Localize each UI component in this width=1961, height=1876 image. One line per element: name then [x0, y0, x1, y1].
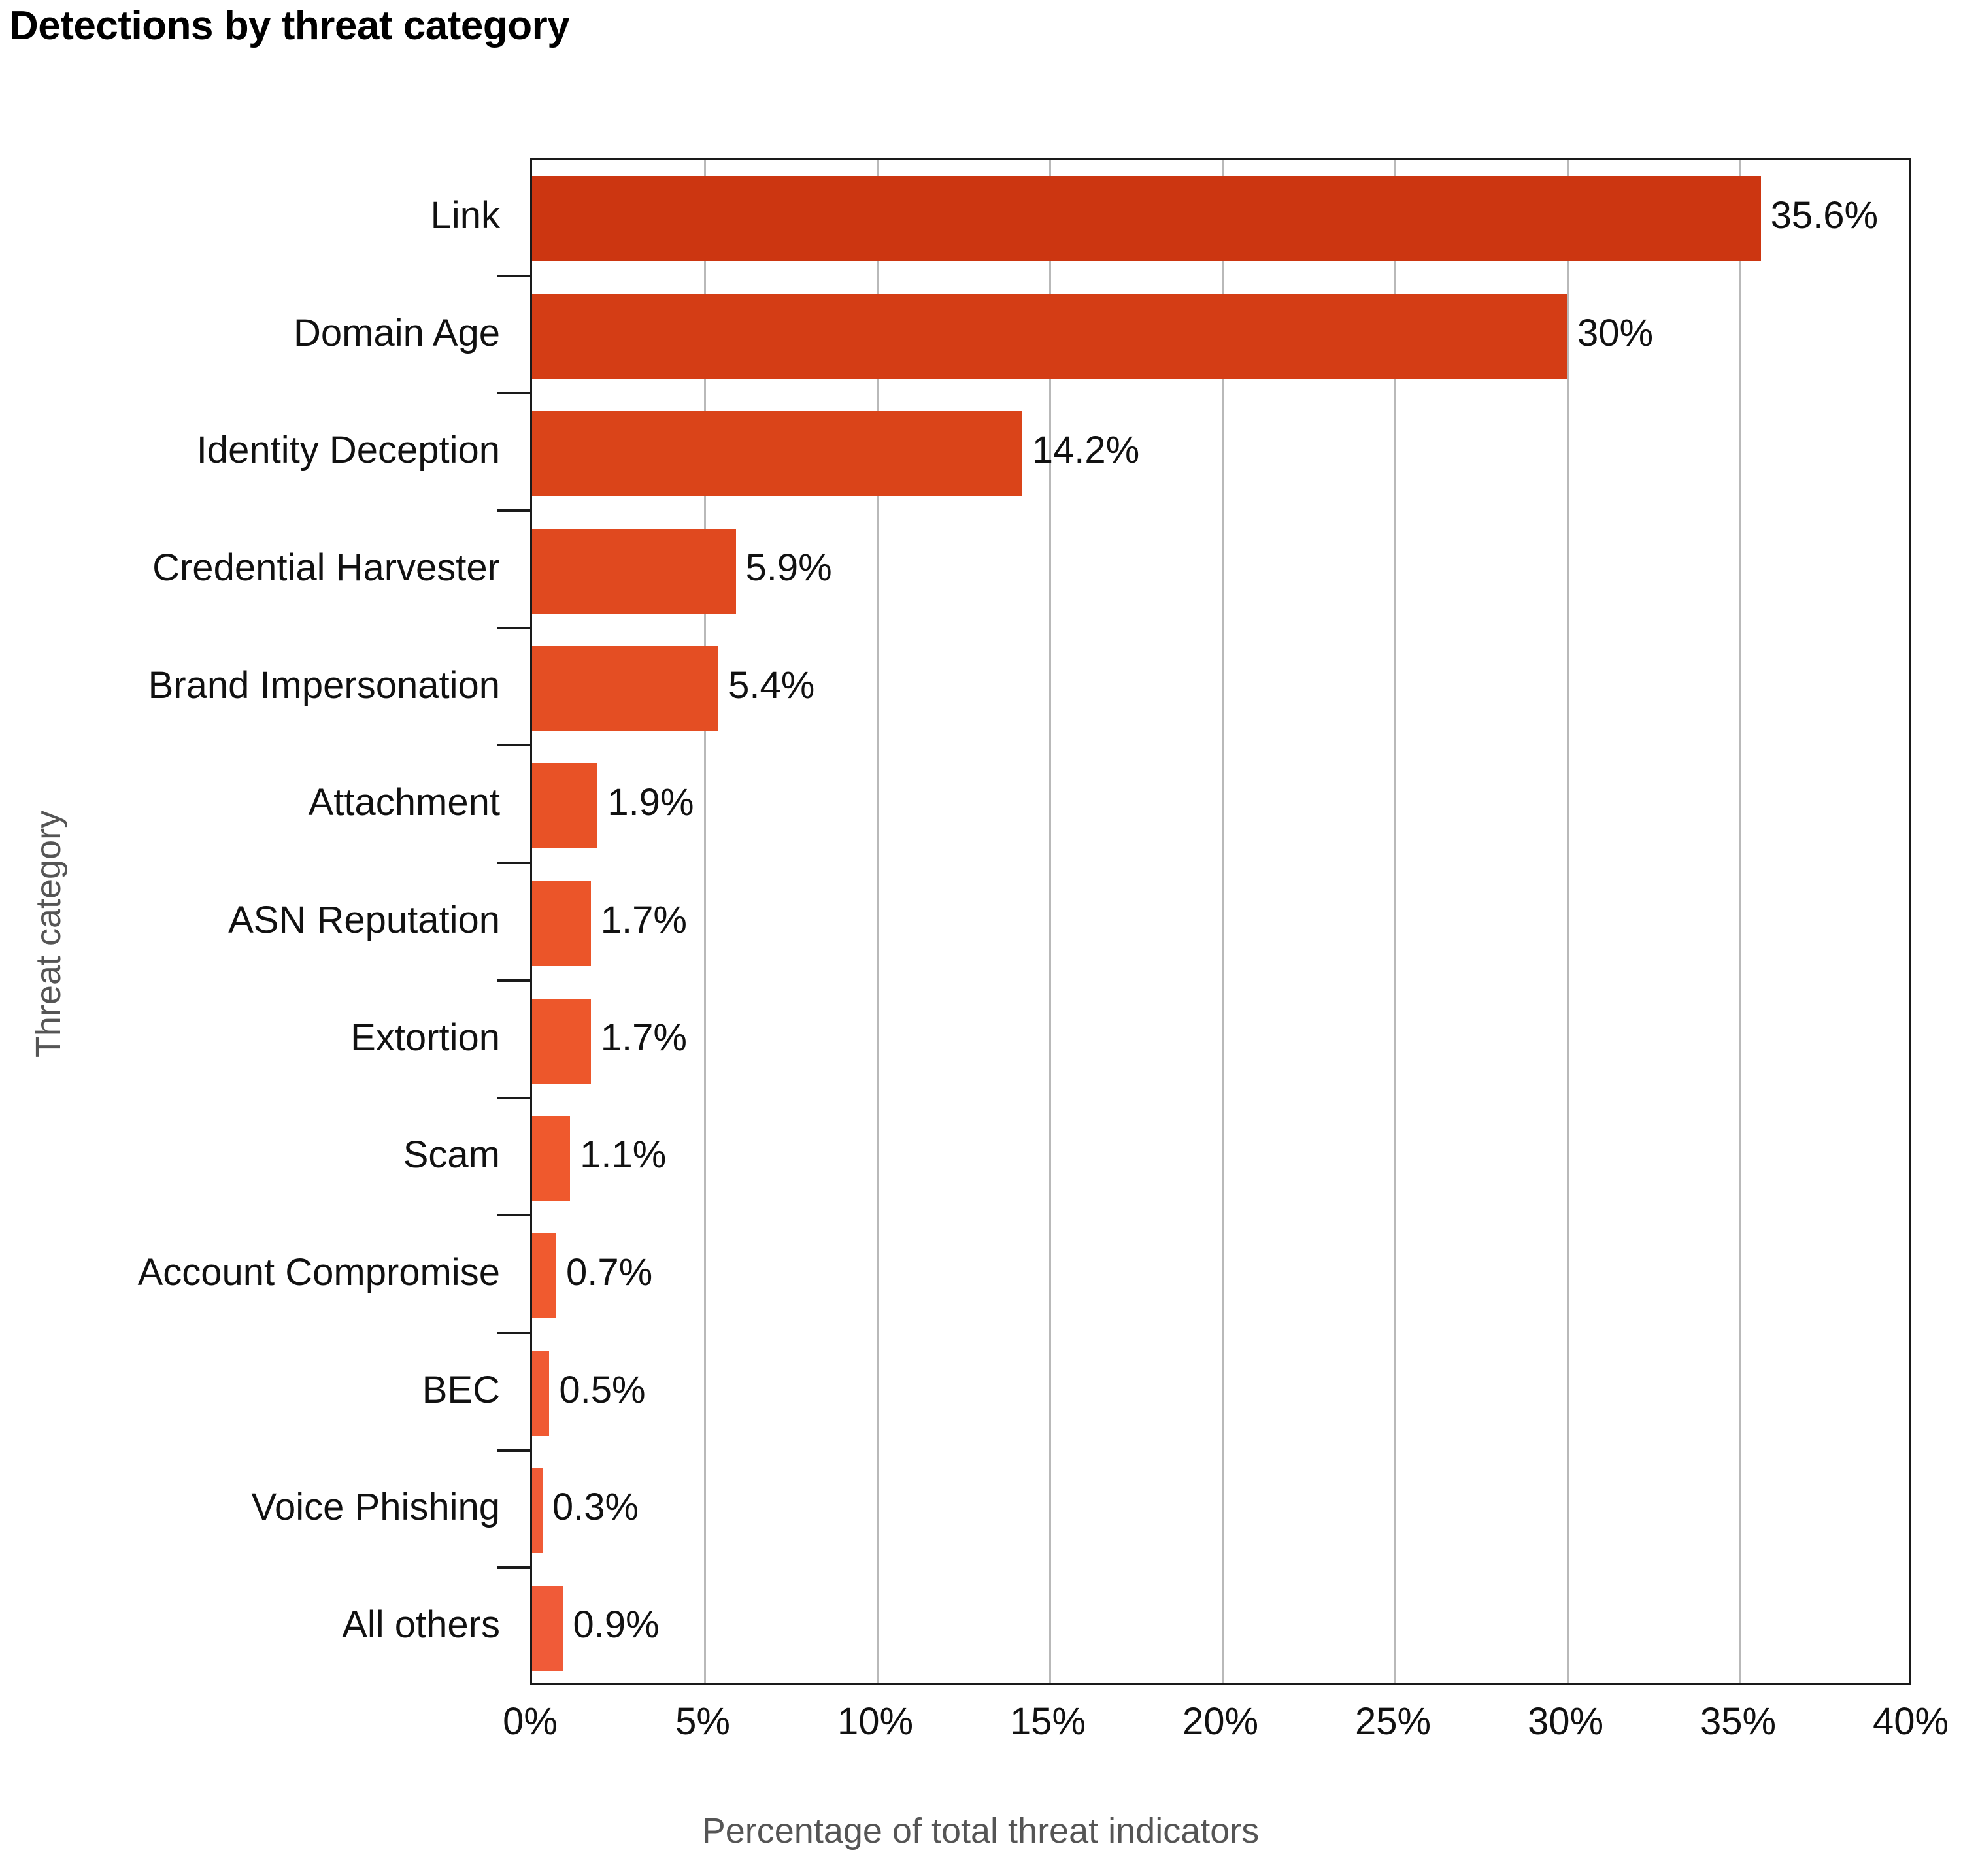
y-axis-tick-label: Brand Impersonation [148, 663, 500, 707]
bar[interactable] [532, 1586, 563, 1671]
y-axis-tick-label: Credential Harvester [152, 546, 500, 589]
y-axis-tick-label: Identity Deception [196, 429, 500, 472]
y-axis-tick-label: Attachment [308, 781, 500, 824]
bar-value-label: 5.4% [728, 663, 815, 707]
bar[interactable] [532, 293, 1567, 379]
y-axis-tick-label: Voice Phishing [251, 1486, 500, 1529]
bars-layer [532, 160, 1909, 1683]
y-axis-tick-label: All others [342, 1603, 500, 1647]
y-axis-tick-label: BEC [422, 1368, 500, 1411]
bar[interactable] [532, 176, 1761, 261]
x-axis-tick-label: 0% [503, 1700, 558, 1743]
bar[interactable] [532, 763, 598, 849]
y-axis-tick-label: Scam [403, 1133, 500, 1177]
x-axis-tick-label: 25% [1354, 1700, 1432, 1743]
y-axis-tick-label: Link [430, 193, 500, 237]
bar-value-label: 0.5% [559, 1368, 646, 1411]
page-title: Detections by threat category [9, 3, 570, 48]
x-axis-tick-label: 40% [1872, 1700, 1949, 1743]
bar[interactable] [532, 646, 719, 731]
bar-value-label: 30% [1577, 311, 1654, 354]
bar[interactable] [532, 411, 1022, 497]
bar-value-label: 14.2% [1031, 429, 1140, 472]
y-axis-tick-label: Extortion [350, 1016, 500, 1059]
y-axis-tick-label: ASN Reputation [228, 899, 500, 941]
bar-value-label: 0.3% [552, 1486, 639, 1529]
x-axis-tick-label: 35% [1700, 1700, 1777, 1743]
bar[interactable] [532, 1468, 543, 1554]
bar[interactable] [532, 528, 736, 614]
bar-value-label: 0.9% [573, 1603, 660, 1647]
bar-value-label: 35.6% [1770, 193, 1879, 237]
bar-value-label: 5.9% [745, 546, 832, 589]
bar[interactable] [532, 998, 591, 1084]
bar-value-label: 1.9% [607, 781, 694, 824]
x-axis-tick-label: 20% [1182, 1700, 1259, 1743]
bar-value-label: 1.1% [580, 1133, 667, 1177]
bar-value-label: 1.7% [600, 899, 687, 941]
bar-value-label: 0.7% [565, 1251, 653, 1294]
x-axis-title: Percentage of total threat indicators [701, 1811, 1260, 1851]
x-axis-tick-label: 5% [675, 1700, 730, 1743]
bar-value-label: 1.7% [600, 1016, 687, 1059]
y-axis-tick-label: Account Compromise [137, 1251, 500, 1294]
bar[interactable] [532, 1233, 556, 1319]
x-axis-tick-label: 15% [1009, 1700, 1086, 1743]
bar[interactable] [532, 1116, 571, 1201]
y-axis-tick-label: Domain Age [293, 311, 500, 354]
x-axis-tick-label: 10% [837, 1700, 914, 1743]
bar[interactable] [532, 881, 591, 966]
bar[interactable] [532, 1350, 550, 1436]
x-axis-tick-label: 30% [1527, 1700, 1604, 1743]
plot-area [530, 158, 1911, 1685]
